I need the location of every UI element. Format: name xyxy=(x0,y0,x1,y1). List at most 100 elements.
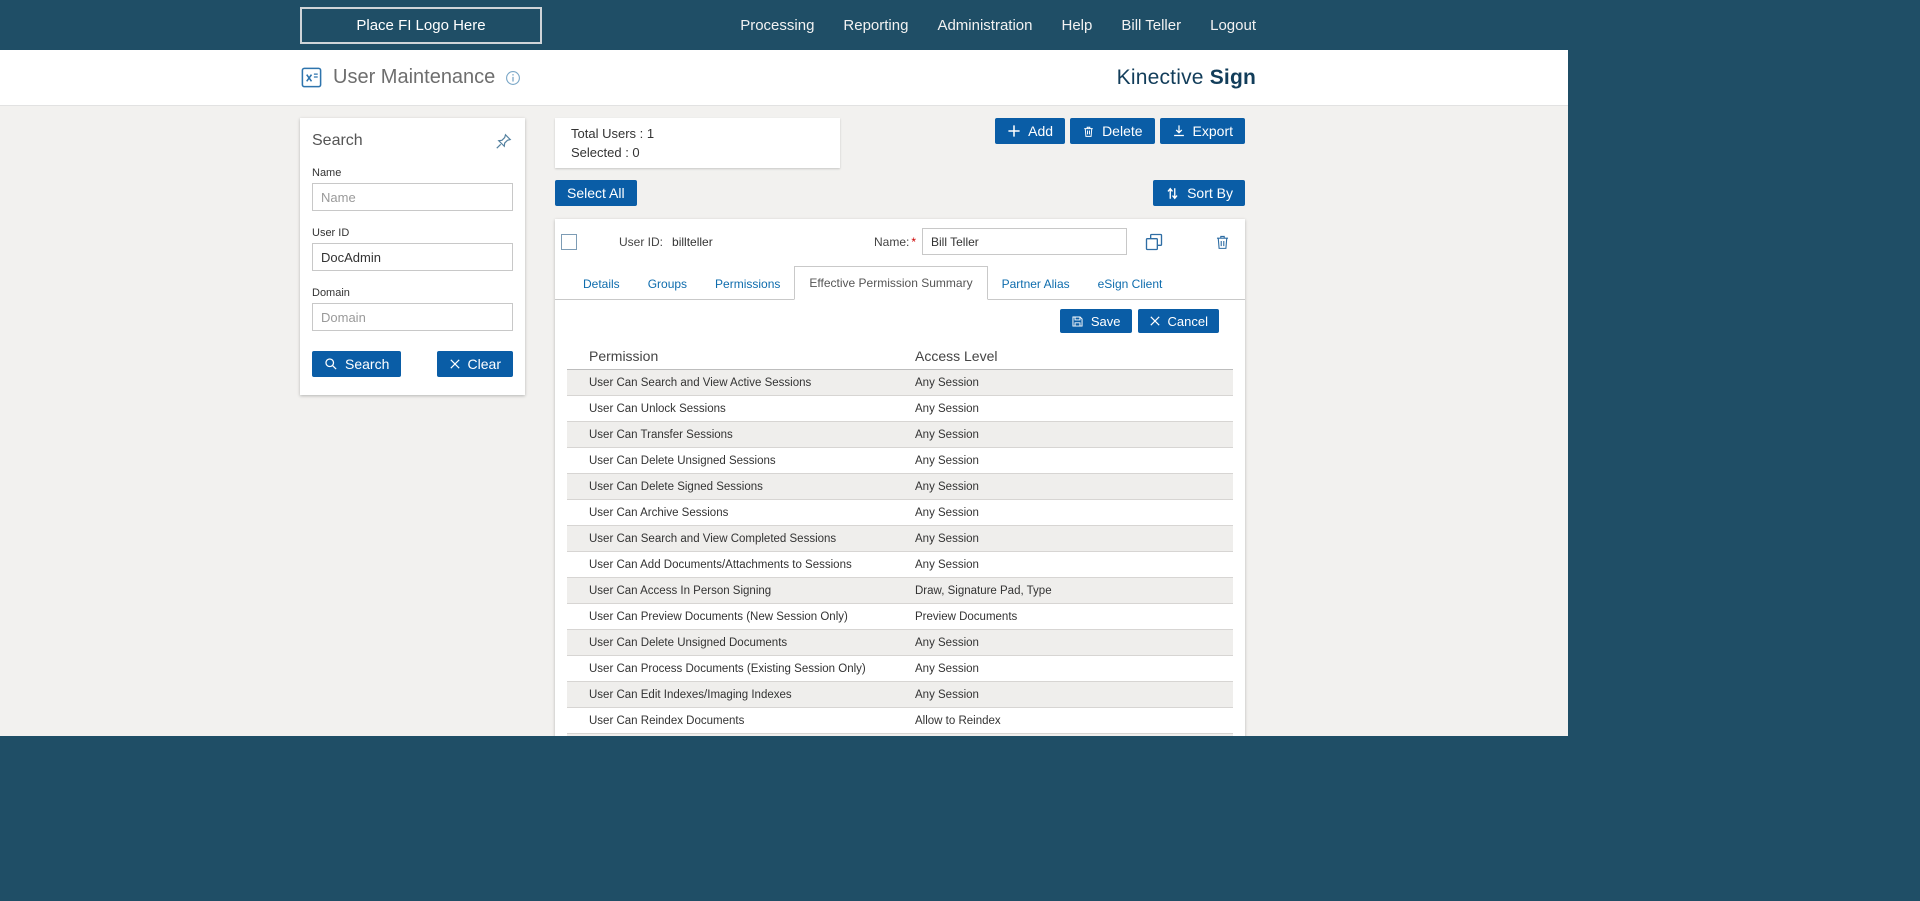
access-level-cell: Any Session xyxy=(915,403,1233,415)
permissions-table-body: User Can Search and View Active Sessions… xyxy=(567,370,1233,736)
user-id-label: User ID: xyxy=(619,235,663,249)
access-level-cell: Any Session xyxy=(915,481,1233,493)
search-panel-buttons: Search Clear xyxy=(312,351,513,377)
search-button[interactable]: Search xyxy=(312,351,401,377)
tab-partner-alias[interactable]: Partner Alias xyxy=(988,269,1084,299)
sort-by-button[interactable]: Sort By xyxy=(1153,180,1245,206)
delete-button[interactable]: Delete xyxy=(1070,118,1154,144)
permission-cell: User Can Archive Sessions xyxy=(567,507,915,519)
trash-icon xyxy=(1214,233,1231,251)
tab-esign-client[interactable]: eSign Client xyxy=(1084,269,1177,299)
access-level-cell: Allow to Reindex xyxy=(915,715,1233,727)
table-row: User Can Edit Indexes/Imaging IndexesAny… xyxy=(567,682,1233,708)
save-icon xyxy=(1071,315,1084,328)
screen-background: Place FI Logo Here Processing Reporting Ad… xyxy=(0,0,1920,901)
add-button-label: Add xyxy=(1028,123,1053,139)
user-id-value: billteller xyxy=(672,235,713,249)
total-users-text: Total Users : 1 xyxy=(571,126,824,141)
domain-input[interactable] xyxy=(312,303,513,331)
title-group: User Maintenance xyxy=(300,66,521,89)
name-input[interactable] xyxy=(312,183,513,211)
add-button[interactable]: Add xyxy=(995,118,1065,144)
fi-logo-placeholder[interactable]: Place FI Logo Here xyxy=(300,7,542,44)
nav-item-reporting[interactable]: Reporting xyxy=(843,17,908,34)
table-row: User Can Unlock SessionsAny Session xyxy=(567,396,1233,422)
trash-icon xyxy=(1082,124,1095,139)
select-all-label: Select All xyxy=(567,185,625,201)
table-row: User Can Reindex DocumentsAllow to Reind… xyxy=(567,708,1233,734)
clear-button[interactable]: Clear xyxy=(437,351,513,377)
export-button[interactable]: Export xyxy=(1160,118,1245,144)
search-icon xyxy=(324,357,338,371)
access-level-cell: Any Session xyxy=(915,689,1233,701)
required-asterisk: * xyxy=(911,235,916,249)
access-level-cell: Preview Documents xyxy=(915,611,1233,623)
access-level-cell: Any Session xyxy=(915,455,1233,467)
domain-field-label: Domain xyxy=(312,287,513,299)
name-label: Name: xyxy=(874,235,909,249)
save-button[interactable]: Save xyxy=(1060,309,1132,333)
tab-groups[interactable]: Groups xyxy=(634,269,701,299)
table-row: User Can Transfer SessionsAny Session xyxy=(567,422,1233,448)
permission-cell: User Can Edit Indexes/Imaging Indexes xyxy=(567,689,915,701)
user-id-input[interactable] xyxy=(312,243,513,271)
page-header: User Maintenance Kinective Sign xyxy=(0,50,1568,106)
permission-cell: User Can Search and View Active Sessions xyxy=(567,377,915,389)
cancel-button-label: Cancel xyxy=(1168,314,1208,329)
user-row-checkbox[interactable] xyxy=(561,234,577,250)
access-level-cell: Any Session xyxy=(915,507,1233,519)
info-icon[interactable] xyxy=(505,70,521,86)
nav-item-administration[interactable]: Administration xyxy=(937,17,1032,34)
delete-user-button[interactable] xyxy=(1214,233,1231,251)
content-area: Search Name User ID Domain Search xyxy=(0,106,1568,736)
selected-count-text: Selected : 0 xyxy=(571,145,824,160)
permission-cell: User Can Process Documents (Existing Ses… xyxy=(567,663,915,675)
save-button-label: Save xyxy=(1091,314,1121,329)
copy-user-button[interactable] xyxy=(1144,232,1164,252)
cancel-button[interactable]: Cancel xyxy=(1138,309,1219,333)
user-tabs: DetailsGroupsPermissionsEffective Permis… xyxy=(555,266,1245,300)
access-level-cell: Any Session xyxy=(915,429,1233,441)
copy-icon xyxy=(1144,232,1164,252)
sort-icon xyxy=(1165,186,1180,201)
close-icon xyxy=(449,358,461,370)
main-column: Total Users : 1 Selected : 0 Add Delete xyxy=(555,118,1245,736)
export-button-label: Export xyxy=(1193,123,1233,139)
tab-permissions[interactable]: Permissions xyxy=(701,269,794,299)
topbar-nav: Processing Reporting Administration Help Bil… xyxy=(740,17,1256,34)
tab-effective-permission-summary[interactable]: Effective Permission Summary xyxy=(794,266,987,300)
permission-cell: User Can Delete Unsigned Documents xyxy=(567,637,915,649)
table-row: User Can Modify Document Visibility Acti… xyxy=(567,734,1233,736)
nav-item-logout[interactable]: Logout xyxy=(1210,17,1256,34)
user-id-field-label: User ID xyxy=(312,227,513,239)
permission-cell: User Can Access In Person Signing xyxy=(567,585,915,597)
select-all-button[interactable]: Select All xyxy=(555,180,637,206)
brand-logo: Kinective Sign xyxy=(1117,66,1256,90)
search-panel-title: Search xyxy=(312,132,363,150)
table-row: User Can Add Documents/Attachments to Se… xyxy=(567,552,1233,578)
page-header-inner: User Maintenance Kinective Sign xyxy=(300,50,1256,105)
nav-item-bill-teller[interactable]: Bill Teller xyxy=(1121,17,1181,34)
user-name-input[interactable] xyxy=(922,228,1127,255)
nav-item-processing[interactable]: Processing xyxy=(740,17,814,34)
access-level-cell: Any Session xyxy=(915,637,1233,649)
user-maintenance-icon xyxy=(300,66,323,89)
download-icon xyxy=(1172,124,1186,138)
access-level-cell: Any Session xyxy=(915,377,1233,389)
access-level-column-header: Access Level xyxy=(915,348,1233,364)
brand-bold: Sign xyxy=(1210,66,1256,89)
delete-button-label: Delete xyxy=(1102,123,1142,139)
table-row: User Can Preview Documents (New Session … xyxy=(567,604,1233,630)
tab-details[interactable]: Details xyxy=(569,269,634,299)
permission-cell: User Can Add Documents/Attachments to Se… xyxy=(567,559,915,571)
table-row: User Can Archive SessionsAny Session xyxy=(567,500,1233,526)
access-level-cell: Any Session xyxy=(915,663,1233,675)
save-cancel-row: Save Cancel xyxy=(555,309,1219,333)
permission-cell: User Can Delete Signed Sessions xyxy=(567,481,915,493)
table-row: User Can Delete Unsigned DocumentsAny Se… xyxy=(567,630,1233,656)
nav-item-help[interactable]: Help xyxy=(1062,17,1093,34)
pin-icon[interactable] xyxy=(494,132,513,151)
user-card-header: User ID: billteller Name: * xyxy=(555,226,1245,257)
action-toolbar: Add Delete Export xyxy=(995,118,1245,144)
table-row: User Can Delete Signed SessionsAny Sessi… xyxy=(567,474,1233,500)
